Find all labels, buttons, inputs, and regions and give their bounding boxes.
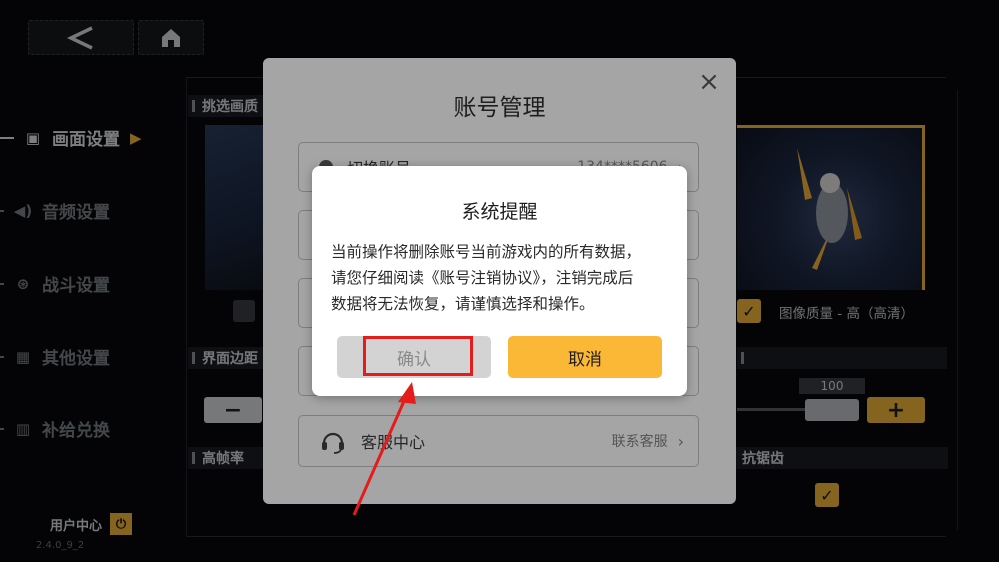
annotation-arrow [352,382,416,516]
dialog-title: 账号管理 [453,95,546,121]
message-line: 请您仔细阅读《账号注销协议》，注销完成后 [331,269,634,287]
message-line: 数据将无法恢复，请谨慎选择和操作。 [331,295,595,313]
modal-title: 系统提醒 [461,201,538,223]
message-line: 当前操作将删除账号当前游戏内的所有数据， [331,243,642,261]
cancel-button[interactable]: 取消 [508,336,662,378]
close-icon[interactable]: × [696,69,722,96]
modal-message: 当前操作将删除账号当前游戏内的所有数据， 请您仔细阅读《账号注销协议》，注销完成… [331,239,669,317]
chevron-right-icon: › [677,431,684,451]
contact-service-text: 联系客服 [611,434,668,450]
